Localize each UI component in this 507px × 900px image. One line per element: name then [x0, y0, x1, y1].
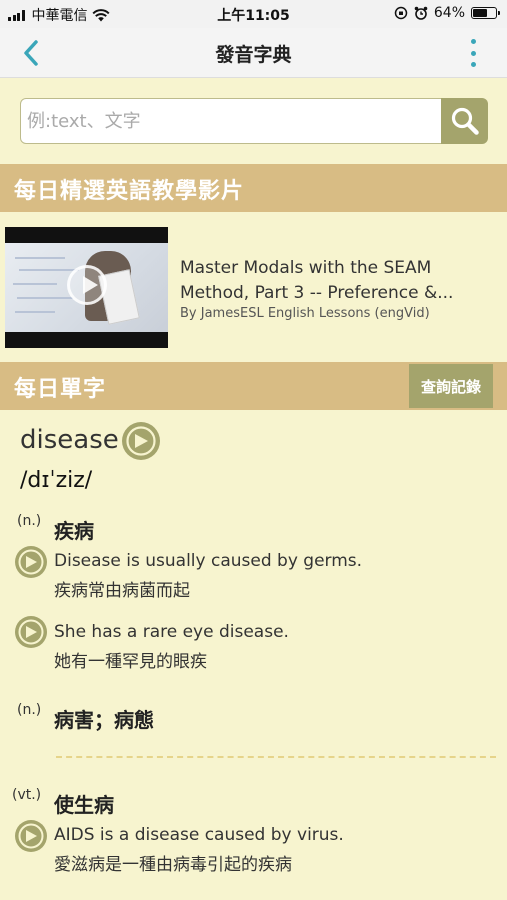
- search-bar: [20, 98, 488, 144]
- video-item[interactable]: Master Modals with the SEAM Method, Part…: [5, 227, 502, 349]
- video-section-title: 每日精選英語教學影片: [14, 179, 245, 204]
- definition: 使生病: [54, 793, 114, 817]
- speaker-icon: [15, 546, 47, 578]
- definition: 病害；病態: [54, 708, 154, 732]
- part-of-speech: (n.): [17, 513, 42, 529]
- example-english: Disease is usually caused by germs.: [54, 551, 363, 571]
- example-pronounce-button[interactable]: [14, 819, 48, 857]
- play-icon[interactable]: [67, 265, 107, 305]
- example-pronounce-button[interactable]: [14, 545, 48, 583]
- word-title: disease: [20, 425, 119, 455]
- example-english: AIDS is a disease caused by virus.: [54, 825, 344, 845]
- rotation-lock-icon: [394, 6, 408, 20]
- divider: [56, 756, 496, 758]
- phonetic: /dɪˈziz/: [20, 468, 93, 493]
- battery-icon: [471, 7, 500, 19]
- dot-icon: [471, 39, 476, 44]
- history-button[interactable]: 查詢記錄: [409, 364, 493, 408]
- word-section-header: 每日單字 查詢記錄: [0, 362, 507, 410]
- search-icon: [451, 107, 479, 135]
- word-pronounce-button[interactable]: [121, 421, 161, 465]
- dot-icon: [471, 50, 476, 56]
- page-title: 發音字典: [215, 44, 292, 66]
- speaker-icon: [15, 820, 47, 852]
- video-title-line2: Method, Part 3 -- Preference &...: [180, 283, 454, 303]
- alarm-icon: [414, 6, 428, 20]
- definition: 疾病: [54, 519, 94, 543]
- example-english: She has a rare eye disease.: [54, 622, 289, 642]
- video-thumbnail[interactable]: [5, 227, 168, 348]
- dot-icon: [471, 62, 476, 67]
- more-options-button[interactable]: [471, 39, 477, 67]
- video-channel: By JamesESL English Lessons (engVid): [180, 306, 430, 321]
- example-chinese: 她有一種罕見的眼疾: [54, 652, 207, 672]
- search-button[interactable]: [441, 98, 488, 144]
- video-section-header: 每日精選英語教學影片: [0, 164, 507, 212]
- speaker-icon: [15, 616, 47, 648]
- word-section-title: 每日單字: [14, 377, 107, 402]
- part-of-speech: (n.): [17, 702, 42, 718]
- search-input[interactable]: [20, 98, 442, 144]
- battery-percentage: 64%: [433, 5, 465, 21]
- example-chinese: 愛滋病是一種由病毒引起的疾病: [54, 855, 292, 875]
- part-of-speech: (vt.): [12, 787, 42, 803]
- speaker-icon: [122, 422, 160, 460]
- navigation-bar: 發音字典: [0, 28, 507, 78]
- example-pronounce-button[interactable]: [14, 615, 48, 653]
- video-title[interactable]: Master Modals with the SEAM Method, Part…: [180, 256, 480, 306]
- video-title-line1: Master Modals with the SEAM: [180, 258, 432, 278]
- example-chinese: 疾病常由病菌而起: [54, 581, 190, 601]
- status-bar: 中華電信 上午11:05 64%: [0, 0, 507, 28]
